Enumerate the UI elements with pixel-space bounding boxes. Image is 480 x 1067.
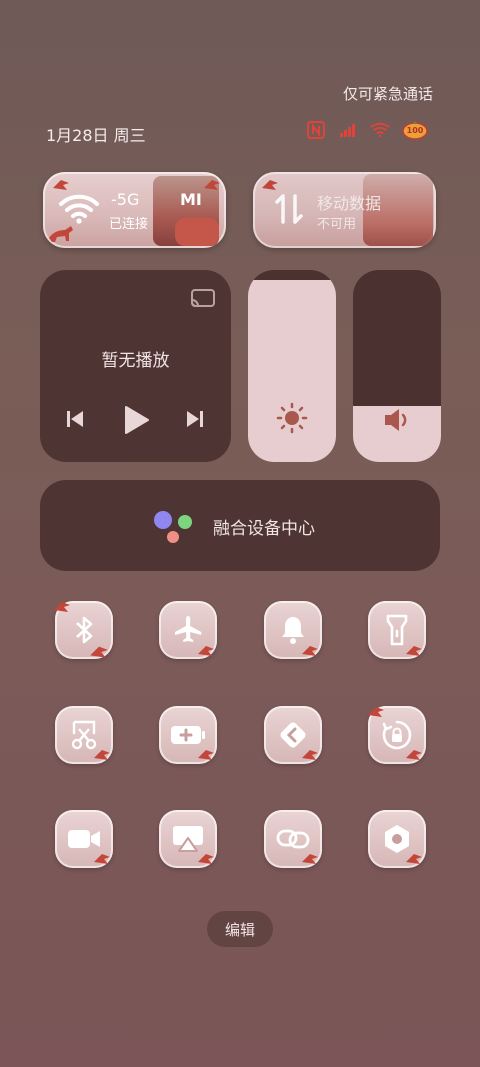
sun-icon	[276, 402, 308, 438]
video-camera-icon	[68, 830, 100, 848]
emergency-call-status: 仅可紧急通话	[342, 85, 433, 103]
wifi-status: 已连接	[109, 217, 149, 232]
wifi-icon	[59, 194, 99, 228]
next-icon[interactable]	[184, 408, 206, 434]
wifi-name: -5G	[111, 190, 140, 209]
battery-icon: 100	[402, 120, 428, 140]
wifi-tile[interactable]: -5G MI 已连接	[43, 172, 226, 248]
device-center-button[interactable]: 融合设备中心	[40, 480, 440, 571]
bird-deco-icon	[366, 703, 386, 723]
media-title: 暂无播放	[101, 351, 170, 371]
bird-deco-icon	[300, 642, 320, 662]
character-art	[175, 218, 219, 246]
status-icons: 100	[306, 120, 428, 140]
wifi-status-icon	[370, 120, 390, 140]
bird-deco-icon	[404, 746, 424, 766]
mobile-data-title: 移动数据	[317, 194, 382, 213]
nfc-icon	[306, 120, 326, 140]
battery-text: 100	[406, 125, 424, 135]
bird-deco-icon	[404, 850, 424, 870]
cast-icon[interactable]	[189, 288, 217, 314]
horse-deco-icon	[47, 224, 77, 248]
bird-deco-icon	[92, 850, 112, 870]
media-player[interactable]: 暂无播放	[40, 270, 231, 462]
bird-deco-icon	[196, 642, 216, 662]
bird-deco-icon	[51, 176, 71, 196]
bird-deco-icon	[196, 746, 216, 766]
link-icon	[276, 829, 310, 849]
bird-deco-icon	[202, 176, 222, 196]
bird-deco-icon	[300, 850, 320, 870]
bird-deco-icon	[52, 598, 72, 618]
brightness-slider[interactable]	[248, 270, 336, 462]
volume-slider[interactable]	[353, 270, 441, 462]
mobile-data-tile[interactable]: 移动数据 不可用	[253, 172, 436, 248]
play-icon[interactable]	[122, 404, 150, 440]
data-arrows-icon	[275, 192, 303, 230]
bird-deco-icon	[259, 176, 281, 196]
battery-plus-icon	[171, 726, 205, 744]
bird-deco-icon	[196, 850, 216, 870]
device-center-label: 融合设备中心	[213, 519, 315, 539]
bird-deco-icon	[92, 746, 112, 766]
edit-button[interactable]: 编辑	[207, 911, 273, 947]
bird-deco-icon	[404, 642, 424, 662]
mobile-data-status: 不可用	[317, 217, 357, 232]
device-center-icon	[152, 510, 196, 548]
previous-icon[interactable]	[64, 408, 86, 434]
signal-icon	[338, 120, 358, 140]
bird-deco-icon	[300, 746, 320, 766]
date-label: 1月28日 周三	[46, 126, 146, 145]
bird-deco-icon	[88, 642, 110, 664]
speaker-icon	[382, 406, 412, 438]
wifi-badge: MI	[180, 190, 202, 209]
